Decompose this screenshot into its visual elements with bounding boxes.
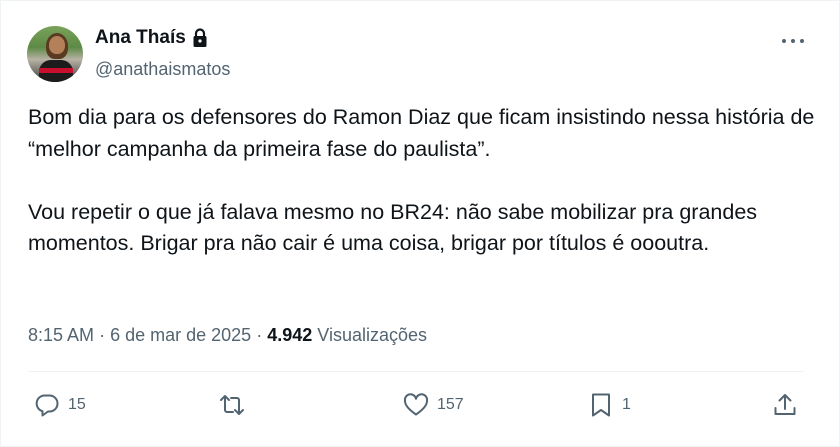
more-options-icon[interactable] (782, 39, 804, 45)
views-count: 4.942 (267, 325, 313, 345)
tweet-card: Ana Thaís @anathaismatos Bom dia para os… (0, 0, 840, 447)
tweet-time[interactable]: 8:15 AM (28, 325, 94, 345)
tweet-date[interactable]: 6 de mar de 2025 (110, 325, 251, 345)
divider (28, 371, 804, 372)
reply-icon (35, 394, 59, 417)
more-dot (800, 39, 804, 43)
author-display-name[interactable]: Ana Thaís (95, 27, 186, 49)
author-handle[interactable]: @anathaismatos (95, 59, 230, 80)
lock-icon (193, 28, 207, 47)
reply-button[interactable]: 15 (33, 385, 86, 425)
tweet-text: Bom dia para os defensores do Ramon Diaz… (28, 102, 818, 260)
more-dot (782, 39, 786, 43)
tweet-paragraph: Vou repetir o que já falava mesmo no BR2… (28, 199, 758, 256)
share-button[interactable] (771, 385, 799, 425)
avatar[interactable] (27, 26, 83, 82)
more-dot (791, 39, 795, 43)
share-icon (774, 394, 796, 415)
tweet-paragraph: Bom dia para os defensores do Ramon Diaz… (28, 105, 815, 161)
views-label: Visualizações (317, 325, 428, 345)
like-count: 157 (437, 396, 464, 413)
bookmark-button[interactable]: 1 (587, 385, 631, 425)
tweet-meta: 8:15 AM · 6 de mar de 2025 · 4.942 Visua… (28, 325, 427, 346)
bookmark-count: 1 (622, 396, 631, 413)
meta-separator: · (99, 325, 106, 345)
like-button[interactable]: 157 (402, 385, 464, 425)
author-name-row: Ana Thaís (95, 27, 208, 49)
action-bar: 15 157 1 (1, 385, 840, 425)
heart-icon (403, 393, 429, 416)
reply-count: 15 (68, 396, 86, 413)
retweet-icon (220, 395, 244, 415)
avatar-shirt-stripe (39, 68, 73, 73)
retweet-button[interactable] (218, 385, 253, 425)
meta-separator: · (256, 325, 263, 345)
avatar-face (49, 36, 65, 54)
bookmark-icon (592, 393, 610, 417)
